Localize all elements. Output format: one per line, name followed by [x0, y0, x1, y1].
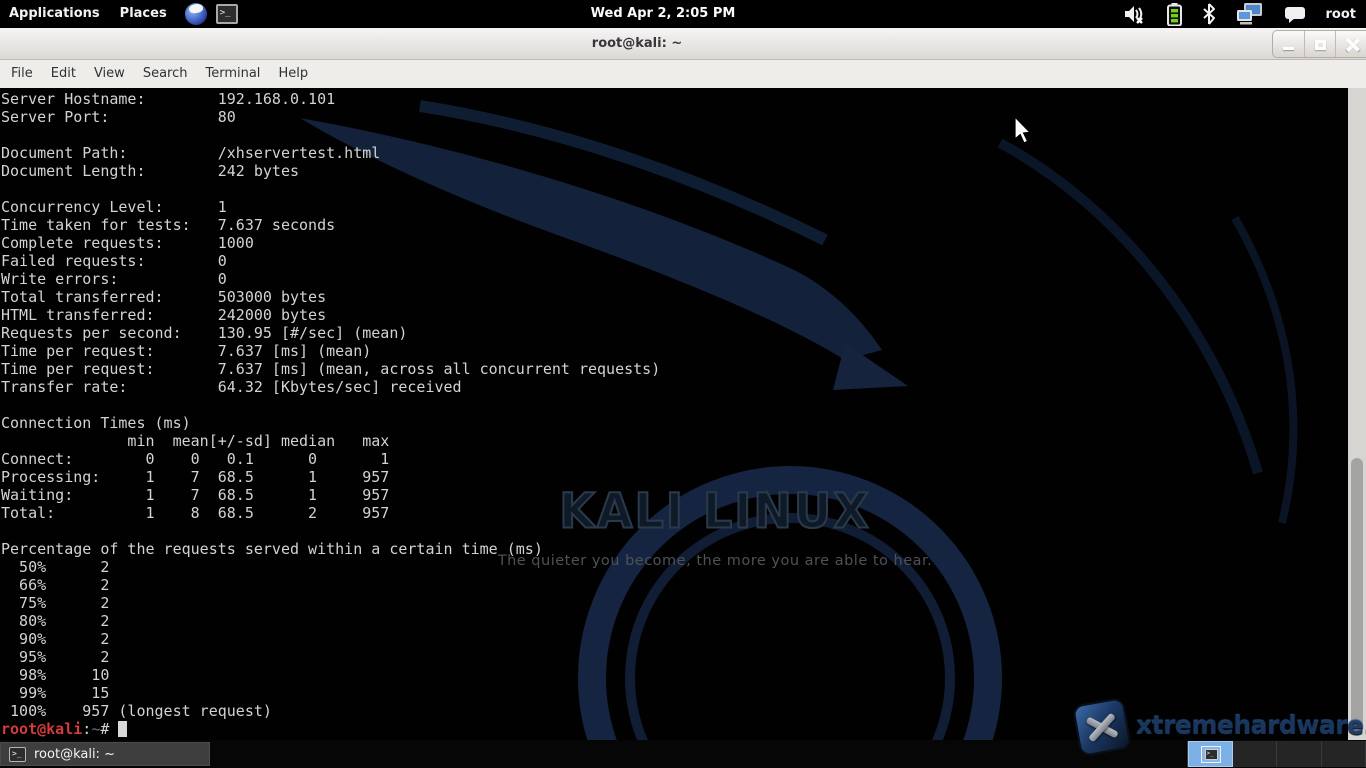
terminal-icon: >_: [9, 747, 26, 762]
menu-file[interactable]: File: [2, 60, 42, 88]
workspace-window-thumbnail: >_: [1201, 746, 1221, 763]
terminal-scrollbar[interactable]: [1348, 88, 1366, 740]
terminal-window-titlebar[interactable]: root@kali: ~: [0, 28, 1366, 60]
menu-search[interactable]: Search: [134, 60, 197, 88]
menu-help[interactable]: Help: [269, 60, 317, 88]
scrollbar-thumb[interactable]: [1351, 458, 1363, 736]
prompt-path: ~: [91, 720, 100, 738]
terminal-icon: >_: [1205, 749, 1218, 760]
workspace-switcher: >_: [1187, 741, 1366, 767]
bottom-panel: >_ root@kali: ~ >_: [0, 740, 1366, 768]
system-tray: root: [1123, 0, 1366, 28]
workspace-4[interactable]: [1322, 741, 1366, 767]
taskbar-button-terminal[interactable]: >_ root@kali: ~: [0, 742, 210, 766]
chat-bubble-icon[interactable]: [1284, 5, 1306, 24]
task-button-label: root@kali: ~: [34, 747, 115, 762]
prompt-symbol: #: [100, 720, 118, 738]
workspace-3[interactable]: [1277, 741, 1322, 767]
close-icon: [1345, 38, 1359, 52]
menu-view[interactable]: View: [85, 60, 134, 88]
workspace-1[interactable]: >_: [1188, 741, 1233, 767]
terminal-screen[interactable]: KALI LINUX The quieter you become, the m…: [0, 88, 1366, 740]
minimize-button[interactable]: [1273, 31, 1304, 58]
window-controls: [1272, 30, 1366, 58]
terminal-menubar: File Edit View Search Terminal Help: [0, 60, 1366, 88]
maximize-button[interactable]: [1304, 31, 1335, 58]
minimize-icon: [1283, 47, 1294, 50]
window-title: root@kali: ~: [0, 28, 1274, 59]
mouse-cursor-icon: [1014, 116, 1034, 146]
display-network-icon[interactable]: [1236, 2, 1264, 26]
volume-muted-icon[interactable]: [1123, 3, 1147, 25]
prompt-separator: :: [82, 720, 91, 738]
maximize-icon: [1315, 40, 1326, 50]
close-button[interactable]: [1335, 31, 1366, 58]
workspace-2[interactable]: [1233, 741, 1278, 767]
top-panel: Applications Places >_ Wed Apr 2, 2:05 P…: [0, 0, 1366, 28]
prompt-user: root@kali: [1, 720, 82, 738]
menu-terminal[interactable]: Terminal: [196, 60, 269, 88]
battery-icon[interactable]: [1167, 3, 1182, 26]
terminal-prompt: root@kali:~#: [1, 720, 127, 738]
desktop: Applications Places >_ Wed Apr 2, 2:05 P…: [0, 0, 1366, 768]
terminal-cursor: [118, 721, 127, 737]
bluetooth-icon[interactable]: [1202, 3, 1216, 25]
user-menu[interactable]: root: [1326, 7, 1357, 22]
menu-edit[interactable]: Edit: [42, 60, 85, 88]
terminal-output: Server Hostname: 192.168.0.101 Server Po…: [1, 90, 660, 720]
